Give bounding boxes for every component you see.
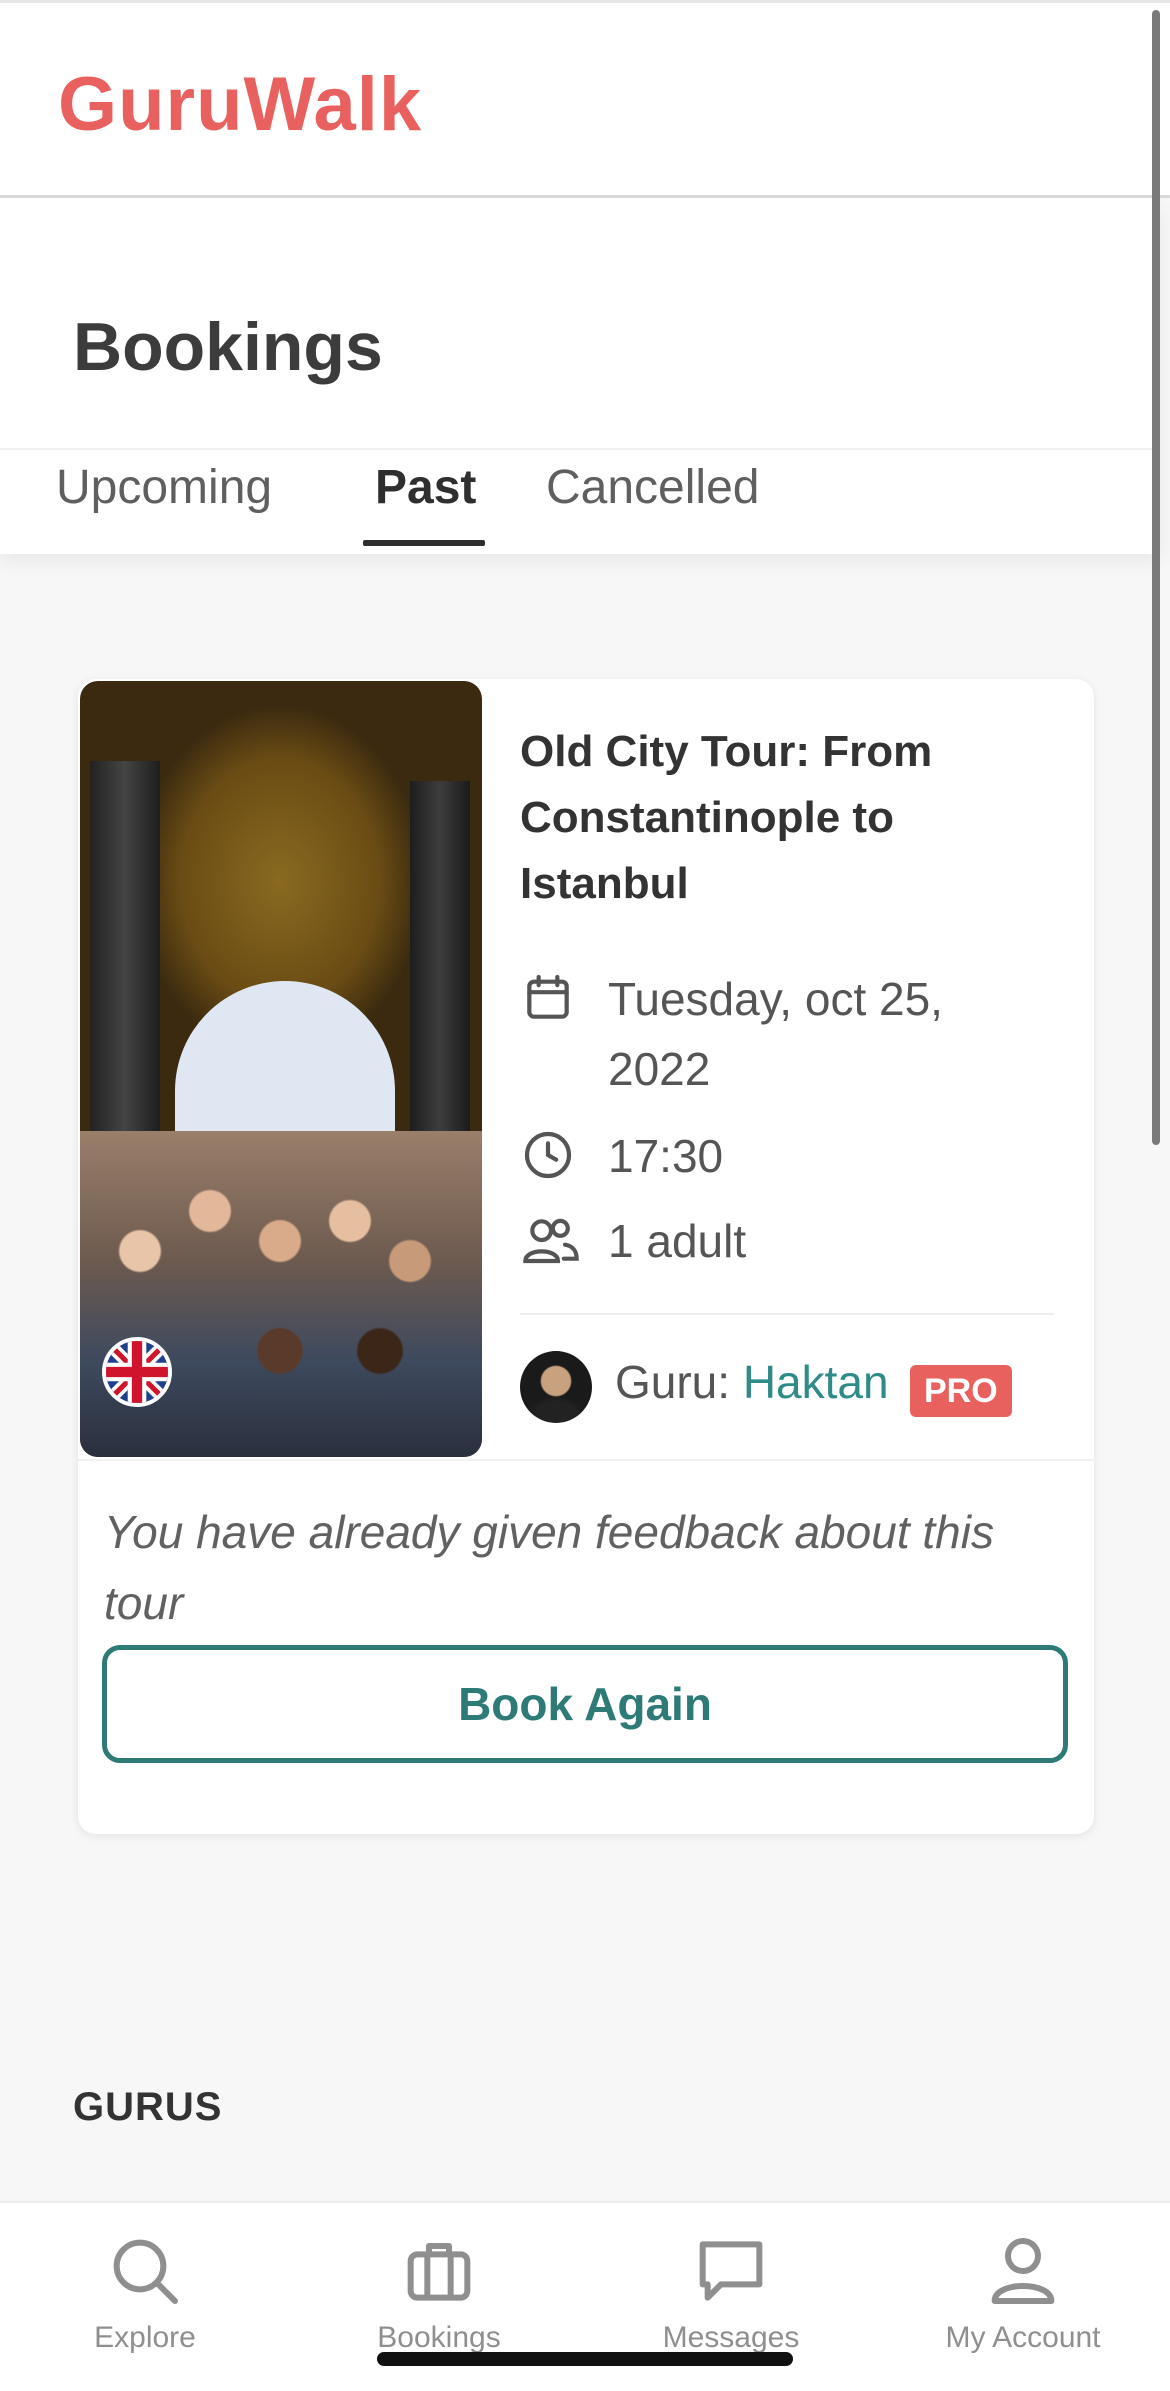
gurus-section-heading: GURUS	[73, 2085, 223, 2129]
booking-card[interactable]: Old City Tour: From Constantinople to Is…	[78, 679, 1094, 1834]
booking-time: 17:30	[608, 1130, 724, 1182]
briefcase-icon	[407, 2243, 471, 2301]
scrollbar[interactable]	[1152, 10, 1160, 1145]
bookings-header: Bookings Upcoming Past Cancelled	[0, 198, 1160, 554]
tour-photo[interactable]	[80, 681, 482, 1457]
booking-people: 1 adult	[608, 1215, 747, 1267]
search-icon	[113, 2239, 178, 2304]
guru-line: Guru: Haktan	[615, 1355, 889, 1409]
card-divider	[78, 1459, 1094, 1461]
nav-bookings[interactable]: Bookings	[319, 2231, 559, 2355]
user-icon	[991, 2238, 1055, 2304]
nav-my-account-label: My Account	[945, 2321, 1101, 2354]
nav-bookings-label: Bookings	[377, 2321, 501, 2354]
pro-badge: PRO	[910, 1365, 1012, 1417]
active-tab-indicator	[363, 540, 485, 546]
nav-explore-label: Explore	[94, 2321, 196, 2354]
clock-icon	[520, 1127, 576, 1194]
tab-cancelled[interactable]: Cancelled	[546, 460, 759, 515]
top-bar: GuruWalk	[0, 0, 1170, 198]
guru-prefix: Guru:	[615, 1356, 743, 1408]
guru-name-link[interactable]: Haktan	[743, 1356, 889, 1408]
guru-avatar[interactable]	[520, 1351, 592, 1423]
page-title: Bookings	[73, 309, 383, 385]
uk-flag-icon	[102, 1337, 172, 1407]
calendar-icon	[520, 970, 576, 1037]
nav-explore[interactable]: Explore	[25, 2231, 265, 2355]
feedback-note: You have already given feedback about th…	[104, 1506, 994, 1629]
people-icon	[520, 1212, 582, 1279]
booking-date: Tuesday, oct 25, 2022	[608, 973, 943, 1095]
tab-upcoming[interactable]: Upcoming	[56, 460, 272, 515]
tour-title[interactable]: Old City Tour: From Constantinople to Is…	[520, 719, 1060, 917]
home-indicator	[377, 2352, 793, 2366]
book-again-button[interactable]: Book Again	[102, 1645, 1068, 1763]
tabs-divider	[0, 448, 1160, 450]
nav-messages[interactable]: Messages	[611, 2231, 851, 2355]
card-inner-divider	[520, 1313, 1054, 1315]
nav-my-account[interactable]: My Account	[903, 2231, 1143, 2355]
chat-bubble-icon	[699, 2241, 763, 2301]
tab-past[interactable]: Past	[375, 460, 476, 515]
guruwalk-logo[interactable]: GuruWalk	[58, 61, 422, 148]
nav-messages-label: Messages	[662, 2321, 800, 2354]
